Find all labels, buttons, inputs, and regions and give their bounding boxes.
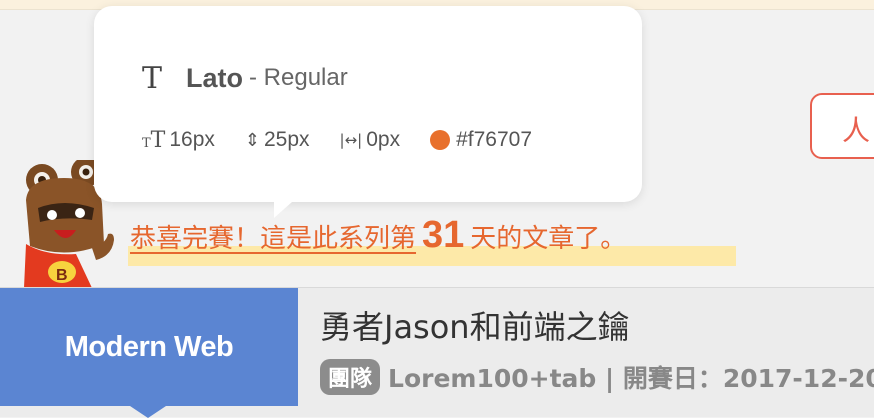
team-badge: 團隊 <box>320 359 381 395</box>
letter-spacing-icon: |↔| <box>339 131 363 149</box>
congrats-message: 恭喜完賽！這是此系列第 31 天的文章了。 <box>130 214 626 257</box>
right-action-label: 人 <box>842 114 871 147</box>
modern-web-badge[interactable]: Modern Web <box>0 288 298 406</box>
font-size-value: 16px <box>169 128 215 151</box>
font-icon: T <box>142 60 163 96</box>
font-metrics-row: TT 16px ⇕ 25px |↔| 0px #f76707 <box>142 120 562 160</box>
font-weight-label: - Regular <box>249 64 348 91</box>
series-meta: 團隊 Lorem100+tab | 開賽日：2017-12-20 <box>320 358 874 396</box>
color-swatch-icon <box>430 130 451 150</box>
tooltip-tail <box>274 202 292 218</box>
line-height-icon: ⇕ <box>244 129 260 151</box>
modern-web-label: Modern Web <box>64 330 234 363</box>
font-size-icon: TT <box>142 127 166 153</box>
font-family-row: T Lato - Regular <box>142 58 348 98</box>
congrats-day-number: 31 <box>422 214 465 256</box>
font-family-name: Lato <box>186 62 243 93</box>
congrats-prefix: 恭喜完賽！這是此系列第 <box>130 224 417 254</box>
badge-caret-icon <box>130 406 166 418</box>
congrats-suffix: 天的文章了。 <box>470 224 627 254</box>
svg-text:B: B <box>56 267 68 284</box>
line-height-value: 25px <box>264 128 310 151</box>
right-action-button[interactable]: 人 <box>810 93 874 159</box>
color-metric: #f76707 <box>430 128 532 152</box>
letter-spacing-metric: |↔| 0px <box>340 128 401 152</box>
series-meta-text[interactable]: Lorem100+tab | 開賽日：2017-12-20 <box>388 359 874 395</box>
line-height-metric: ⇕ 25px <box>245 128 310 152</box>
series-title-link[interactable]: 勇者Jason和前端之鑰 <box>320 302 630 348</box>
font-size-metric: TT 16px <box>142 128 215 153</box>
color-value: #f76707 <box>456 128 533 151</box>
letter-spacing-value: 0px <box>366 128 401 151</box>
font-inspector-tooltip: T Lato - Regular TT 16px ⇕ 25px |↔| 0px … <box>94 6 642 218</box>
